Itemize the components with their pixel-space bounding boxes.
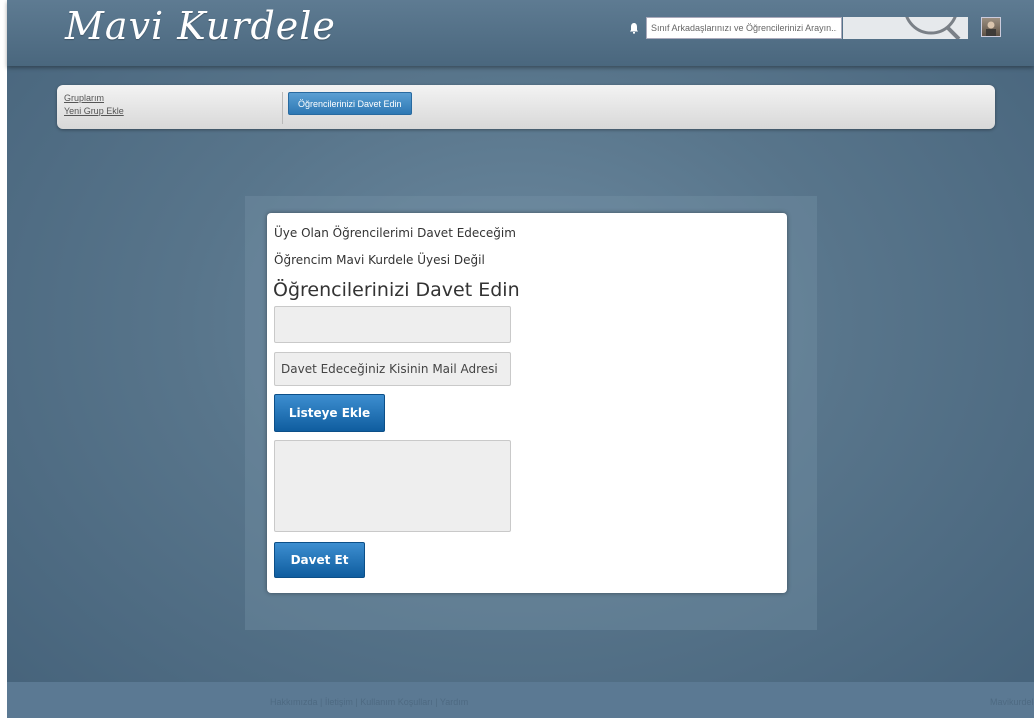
- add-to-list-button[interactable]: Listeye Ekle: [274, 394, 385, 432]
- left-edge-strip: [0, 0, 7, 718]
- add-group-link[interactable]: Yeni Grup Ekle: [64, 105, 282, 118]
- footer-links[interactable]: Hakkımızda | İletişim | Kullanım Koşulla…: [270, 697, 468, 707]
- search-button[interactable]: [843, 17, 968, 39]
- group-links: Gruplarım Yeni Grup Ekle: [64, 92, 283, 124]
- search-icon[interactable]: [843, 17, 968, 39]
- footer: [7, 682, 1034, 718]
- notification-icon[interactable]: [627, 21, 641, 35]
- option-member-students[interactable]: Üye Olan Öğrencilerimi Davet Edeceğim: [274, 226, 516, 240]
- invite-students-nav-button[interactable]: Öğrencilerinizi Davet Edin: [288, 92, 412, 115]
- user-avatar[interactable]: [981, 17, 1001, 37]
- search-input[interactable]: [646, 17, 842, 39]
- invite-card: Üye Olan Öğrencilerimi Davet Edeceğim Öğ…: [267, 213, 787, 593]
- site-logo[interactable]: Mavi Kurdele: [65, 4, 336, 48]
- name-input[interactable]: [274, 306, 511, 343]
- card-title: Öğrencilerinizi Davet Edin: [273, 279, 520, 301]
- group-nav-bar: Gruplarım Yeni Grup Ekle Öğrencilerinizi…: [57, 85, 995, 129]
- invite-button[interactable]: Davet Et: [274, 542, 365, 578]
- avatar-image: [986, 21, 996, 36]
- footer-brand: Mavikurdele: [990, 697, 1034, 707]
- option-nonmember-students[interactable]: Öğrencim Mavi Kurdele Üyesi Değil: [274, 253, 485, 267]
- top-header: Mavi Kurdele: [7, 0, 1034, 66]
- email-input[interactable]: [274, 352, 511, 386]
- my-groups-link[interactable]: Gruplarım: [64, 92, 282, 105]
- invite-list-box[interactable]: [274, 440, 511, 532]
